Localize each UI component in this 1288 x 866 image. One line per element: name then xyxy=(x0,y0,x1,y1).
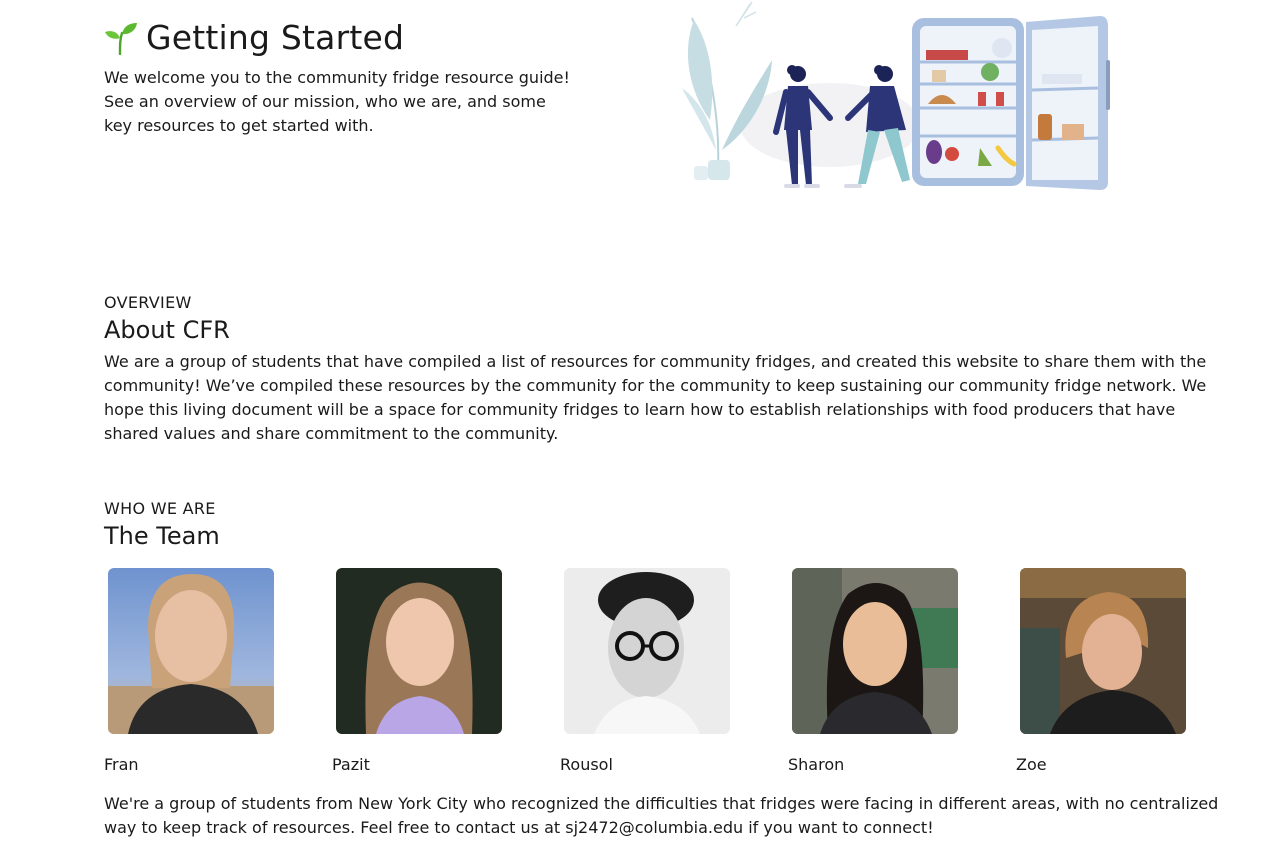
plant-illustration xyxy=(682,1,772,180)
avatar xyxy=(792,568,958,734)
avatar xyxy=(564,568,730,734)
avatar xyxy=(1020,568,1186,734)
sprout-icon xyxy=(104,21,138,55)
fridge-illustration xyxy=(680,0,1120,200)
avatar xyxy=(336,568,502,734)
about-title: About CFR xyxy=(104,316,230,344)
overview-eyebrow: OVERVIEW xyxy=(104,293,192,312)
team-title: The Team xyxy=(104,522,220,550)
team-member-name: Pazit xyxy=(332,755,370,774)
team-member-name: Zoe xyxy=(1016,755,1047,774)
team-member-name: Sharon xyxy=(788,755,845,774)
page-title: Getting Started xyxy=(146,18,405,57)
about-body: We are a group of students that have com… xyxy=(104,352,1207,443)
hero-intro: We welcome you to the community fridge r… xyxy=(104,68,570,135)
fridge-drawing xyxy=(912,16,1110,190)
hero-heading: Getting Started xyxy=(104,18,404,57)
team-member-name: Fran xyxy=(104,755,139,774)
team-body: We're a group of students from New York … xyxy=(104,794,1219,837)
team-eyebrow: WHO WE ARE xyxy=(104,499,216,518)
team-member-name: Rousol xyxy=(560,755,613,774)
team-members: Fran Pazit Rousol Sharon Zoe xyxy=(104,568,1244,778)
avatar xyxy=(108,568,274,734)
